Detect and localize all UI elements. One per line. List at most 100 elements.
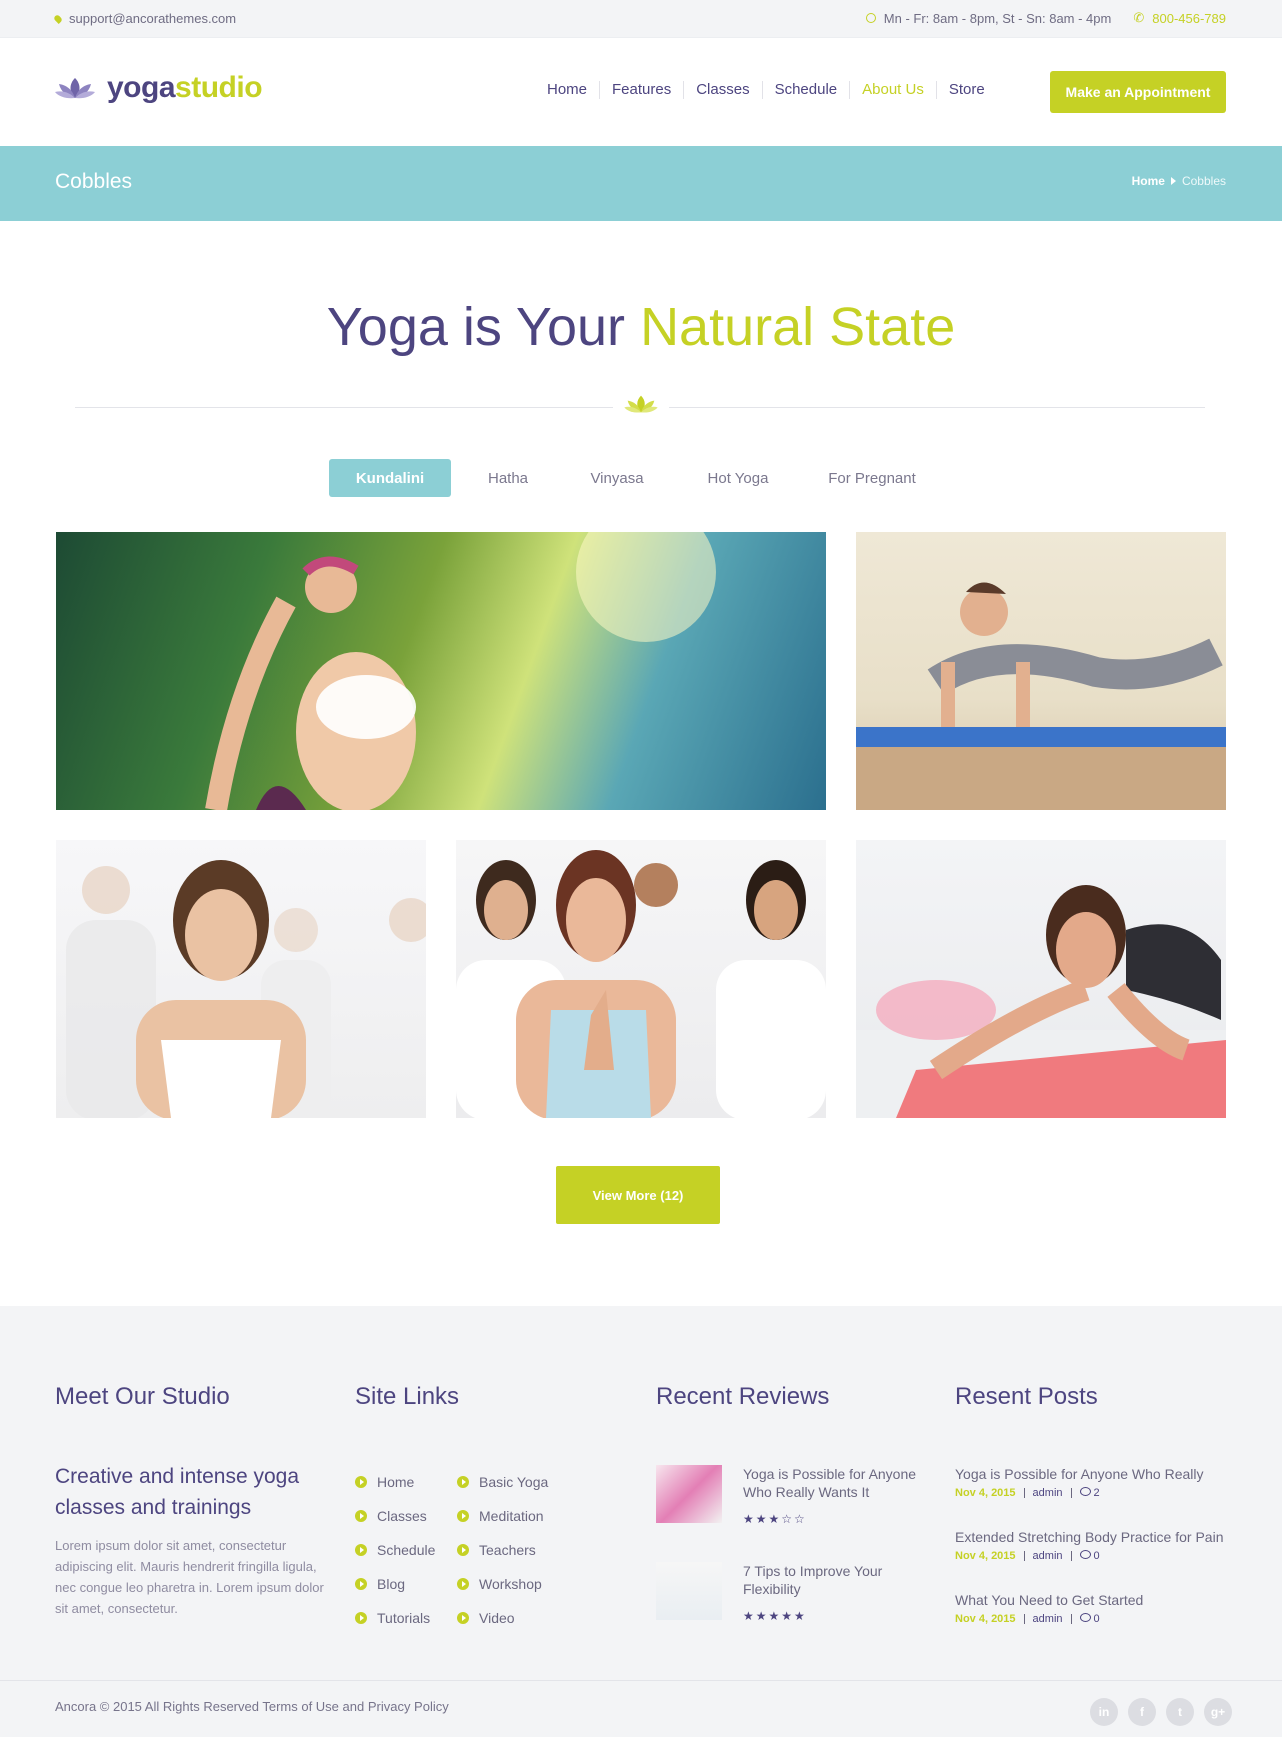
google-plus-icon[interactable]: g+ xyxy=(1204,1698,1232,1726)
phone-text[interactable]: 800-456-789 xyxy=(1152,11,1226,26)
footer-posts-column: Resent Posts Yoga is Possible for Anyone… xyxy=(955,1383,1235,1654)
link-label[interactable]: Basic Yoga xyxy=(479,1474,548,1490)
site-logo[interactable]: yogastudio xyxy=(55,71,263,105)
footer-posts-heading: Resent Posts xyxy=(955,1383,1098,1410)
play-bullet-icon xyxy=(457,1544,469,1556)
link-label[interactable]: Tutorials xyxy=(377,1610,430,1626)
phone-link[interactable]: ✆ 800-456-789 xyxy=(1133,10,1226,26)
make-appointment-button[interactable]: Make an Appointment xyxy=(1050,71,1226,113)
nav-features[interactable]: Features xyxy=(599,81,683,99)
logo-text-yoga: yoga xyxy=(107,71,176,104)
nav-home[interactable]: Home xyxy=(535,81,599,99)
post-date[interactable]: Nov 4, 2015 xyxy=(955,1613,1016,1625)
review-thumbnail[interactable] xyxy=(656,1562,722,1620)
breadcrumb-home[interactable]: Home xyxy=(1132,174,1165,188)
arm-balance-illustration xyxy=(856,582,1226,810)
link-label[interactable]: Video xyxy=(479,1610,515,1626)
play-bullet-icon xyxy=(355,1544,367,1556)
tab-hatha[interactable]: Hatha xyxy=(451,459,565,497)
comment-count: 0 xyxy=(1093,1550,1100,1562)
gallery-photo-floor-stretch[interactable] xyxy=(856,840,1226,1118)
footer-link-schedule[interactable]: Schedule xyxy=(355,1533,457,1567)
post-date[interactable]: Nov 4, 2015 xyxy=(955,1487,1016,1499)
nav-schedule[interactable]: Schedule xyxy=(761,81,850,99)
facebook-icon[interactable]: f xyxy=(1128,1698,1156,1726)
review-title[interactable]: 7 Tips to Improve Your Flexibility xyxy=(743,1562,936,1598)
email-text[interactable]: support@ancorathemes.com xyxy=(69,11,236,26)
review-thumbnail[interactable] xyxy=(656,1465,722,1523)
link-label[interactable]: Home xyxy=(377,1474,414,1490)
tab-hot-yoga[interactable]: Hot Yoga xyxy=(669,459,807,497)
post-title[interactable]: Extended Stretching Body Practice for Pa… xyxy=(955,1528,1235,1546)
footer-link-basic-yoga[interactable]: Basic Yoga xyxy=(457,1465,559,1499)
footer-links-column: Site Links Home Classes Schedule Blog Tu… xyxy=(355,1383,635,1635)
section-heading: Yoga is Your Natural State xyxy=(0,296,1282,358)
footer-link-classes[interactable]: Classes xyxy=(355,1499,457,1533)
tab-vinyasa[interactable]: Vinyasa xyxy=(565,459,669,497)
link-label[interactable]: Teachers xyxy=(479,1542,536,1558)
footer-reviews-heading: Recent Reviews xyxy=(656,1383,830,1410)
review-item[interactable]: 7 Tips to Improve Your Flexibility ★★★★★ xyxy=(656,1562,936,1659)
outdoor-stretch-illustration xyxy=(205,532,716,810)
gallery-photo-arm-balance[interactable] xyxy=(856,532,1226,810)
link-label[interactable]: Schedule xyxy=(377,1542,435,1558)
divider-left xyxy=(75,407,613,408)
tab-kundalini[interactable]: Kundalini xyxy=(329,459,451,497)
nav-store[interactable]: Store xyxy=(935,81,997,99)
heading-part-2: Natural State xyxy=(640,297,956,357)
link-label[interactable]: Workshop xyxy=(479,1576,542,1592)
footer-link-meditation[interactable]: Meditation xyxy=(457,1499,559,1533)
lotus-divider-icon xyxy=(624,395,658,413)
footer-link-blog[interactable]: Blog xyxy=(355,1567,457,1601)
gallery-photo-group-smile[interactable] xyxy=(56,840,426,1118)
footer-studio-subheading: Creative and intense yoga classes and tr… xyxy=(55,1465,299,1519)
link-label[interactable]: Blog xyxy=(377,1576,405,1592)
footer-link-video[interactable]: Video xyxy=(457,1601,559,1635)
linkedin-icon[interactable]: in xyxy=(1090,1698,1118,1726)
post-author[interactable]: admin xyxy=(1033,1613,1063,1625)
gallery-photo-namaste-group[interactable] xyxy=(456,840,826,1118)
tumblr-icon[interactable]: t xyxy=(1166,1698,1194,1726)
post-title[interactable]: What You Need to Get Started xyxy=(955,1591,1235,1609)
site-header: yogastudio Home Features Classes Schedul… xyxy=(0,38,1282,146)
play-bullet-icon xyxy=(355,1510,367,1522)
contact-email[interactable]: support@ancorathemes.com xyxy=(53,11,236,26)
footer-reviews-column: Recent Reviews Yoga is Possible for Anyo… xyxy=(656,1383,936,1659)
tab-for-pregnant[interactable]: For Pregnant xyxy=(807,459,937,497)
review-title[interactable]: Yoga is Possible for Anyone Who Really W… xyxy=(743,1465,936,1501)
heading-part-1: Yoga is Your xyxy=(326,297,626,357)
breadcrumb-current: Cobbles xyxy=(1181,174,1226,188)
clock-icon xyxy=(865,13,876,23)
play-bullet-icon xyxy=(355,1578,367,1590)
comment-count: 0 xyxy=(1093,1613,1100,1625)
post-item: Yoga is Possible for Anyone Who Really N… xyxy=(955,1465,1235,1528)
play-bullet-icon xyxy=(457,1612,469,1624)
footer-studio-column: Meet Our Studio Creative and intense yog… xyxy=(55,1383,335,1619)
footer-links-heading: Site Links xyxy=(355,1383,460,1410)
nav-about-us[interactable]: About Us xyxy=(849,81,936,99)
footer-link-tutorials[interactable]: Tutorials xyxy=(355,1601,457,1635)
footer-link-home[interactable]: Home xyxy=(355,1465,457,1499)
nav-classes[interactable]: Classes xyxy=(683,81,761,99)
post-author[interactable]: admin xyxy=(1033,1550,1063,1562)
link-label[interactable]: Meditation xyxy=(479,1508,544,1524)
post-comments[interactable]: 2 xyxy=(1079,1487,1100,1499)
play-bullet-icon xyxy=(355,1476,367,1488)
post-title[interactable]: Yoga is Possible for Anyone Who Really xyxy=(955,1465,1235,1483)
meta-separator xyxy=(1023,1614,1025,1624)
footer-studio-text: Lorem ipsum dolor sit amet, consectetur … xyxy=(55,1538,324,1616)
star-rating-icon: ★★★★★ xyxy=(743,1609,807,1623)
location-pin-icon xyxy=(53,13,63,24)
link-label[interactable]: Classes xyxy=(377,1508,427,1524)
post-comments[interactable]: 0 xyxy=(1079,1550,1100,1562)
view-more-button[interactable]: View More (12) xyxy=(556,1166,720,1224)
gallery-photo-outdoor-stretch[interactable] xyxy=(56,532,826,810)
hours-text: Mn - Fr: 8am - 8pm, St - Sn: 8am - 4pm xyxy=(883,10,1112,26)
post-author[interactable]: admin xyxy=(1033,1487,1063,1499)
play-bullet-icon xyxy=(457,1476,469,1488)
review-item[interactable]: Yoga is Possible for Anyone Who Really W… xyxy=(656,1465,936,1562)
post-date[interactable]: Nov 4, 2015 xyxy=(955,1550,1016,1562)
footer-link-workshop[interactable]: Workshop xyxy=(457,1567,559,1601)
post-comments[interactable]: 0 xyxy=(1079,1613,1100,1625)
footer-link-teachers[interactable]: Teachers xyxy=(457,1533,559,1567)
